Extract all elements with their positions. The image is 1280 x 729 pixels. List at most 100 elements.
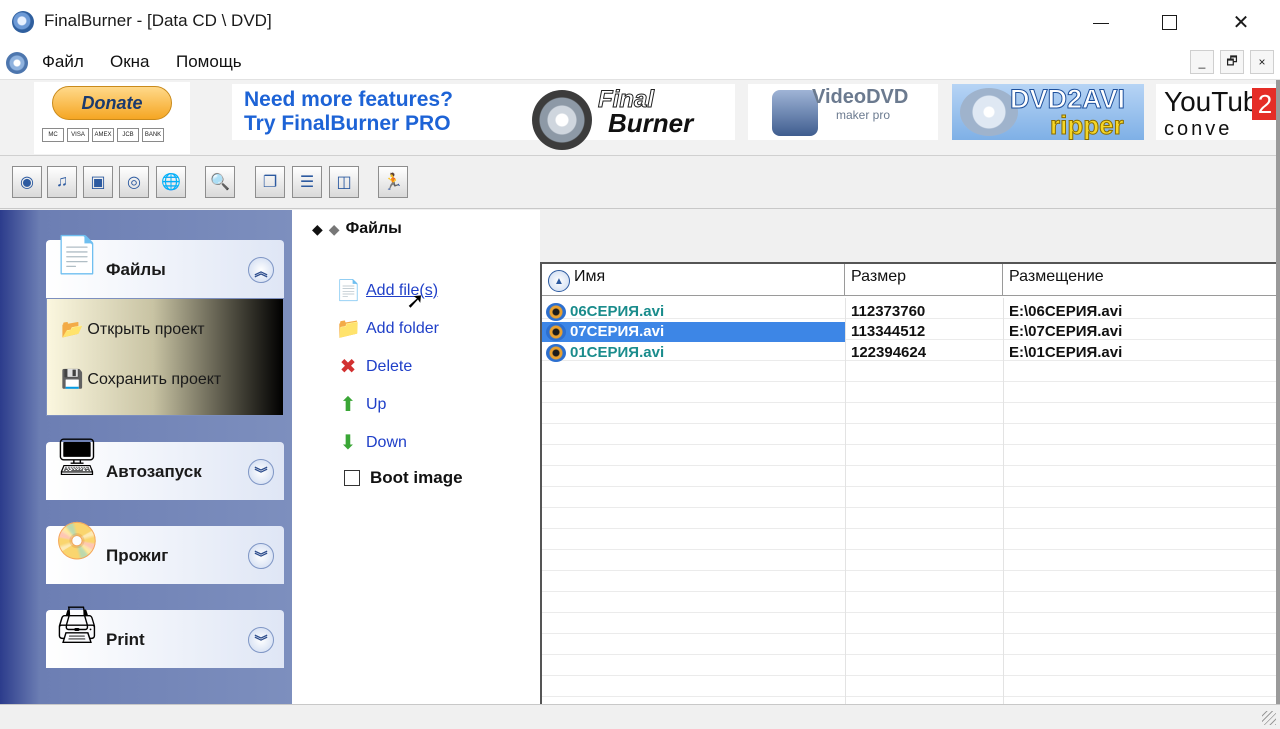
tile-vertical-icon: ◫ — [336, 174, 352, 191]
ad-logo-text: Burner — [608, 108, 694, 138]
finalburner-window: FinalBurner - [Data CD \ DVD] ✕ Файл Окн… — [0, 0, 1280, 729]
ad-badge: 2 — [1252, 88, 1278, 120]
copy-disc-icon: ◎ — [127, 174, 141, 191]
add-folder-link[interactable]: 📁 Add folder — [336, 316, 439, 341]
expand-icon[interactable]: ︾ — [248, 459, 274, 485]
group-burn-header[interactable]: 📀 Прожиг ︾ — [46, 520, 284, 584]
file-location: E:\01СЕРИЯ.avi — [1009, 344, 1123, 361]
maximize-button[interactable] — [1134, 0, 1204, 44]
globe-icon: 🌐 — [161, 174, 181, 191]
menu-windows[interactable]: Окна — [110, 52, 150, 72]
explore-button[interactable]: 🔍 — [205, 166, 235, 198]
group-files-header[interactable]: 📄 Файлы ︽ — [46, 234, 284, 298]
tile-vertical-button[interactable]: ◫ — [329, 166, 359, 198]
card-logo: BANK — [142, 128, 164, 142]
list-header: ▲ Имя Размер Размещение — [542, 264, 1280, 296]
file-name: 01СЕРИЯ.avi — [570, 344, 665, 361]
disc-icon: 📀 — [54, 520, 100, 561]
copy-disc-button[interactable]: ◎ — [119, 166, 149, 198]
breadcrumb-label: Файлы — [345, 220, 402, 237]
new-dvd-video-button[interactable]: ▣ — [83, 166, 113, 198]
list-rows: 06СЕРИЯ.avi 112373760 E:\06СЕРИЯ.avi 07С… — [542, 298, 1280, 706]
toolbar: ◉ ♫ ▣ ◎ 🌐 🔍 ❐ ☰ ◫ 🏃 — [0, 157, 1280, 209]
explore-folder-icon: 🔍 — [210, 174, 230, 191]
arrow-down-icon: ⬇ — [339, 432, 357, 454]
cascade-windows-button[interactable]: ❐ — [255, 166, 285, 198]
menu-bar: Файл Окна Помощь _ 🗗 × — [0, 44, 1280, 80]
close-button[interactable]: ✕ — [1206, 0, 1276, 44]
file-name: 06СЕРИЯ.avi — [570, 303, 665, 320]
video-file-icon — [546, 323, 566, 341]
action-label: Up — [366, 395, 387, 413]
menu-help[interactable]: Помощь — [176, 52, 242, 72]
ad-subline: Try FinalBurner PRO — [244, 112, 451, 135]
boot-image-label: Boot image — [370, 468, 463, 487]
web-button[interactable]: 🌐 — [156, 166, 186, 198]
column-label: Размещение — [1009, 268, 1104, 285]
save-project-link[interactable]: 💾 Сохранить проект — [61, 369, 221, 390]
video-file-icon — [546, 303, 566, 321]
mdi-minimize-button[interactable]: _ — [1190, 50, 1214, 74]
table-row-selected[interactable]: 07СЕРИЯ.avi 113344512 E:\07СЕРИЯ.avi — [542, 322, 1280, 342]
mdi-close-button[interactable]: × — [1250, 50, 1274, 74]
arrow-up-icon: ⬆ — [339, 394, 357, 416]
column-header-size[interactable]: Размер — [845, 264, 1003, 296]
move-down-link[interactable]: ⬇ Down — [336, 430, 407, 455]
move-up-link[interactable]: ⬆ Up — [336, 392, 387, 417]
minimize-button[interactable] — [1066, 0, 1136, 44]
collapse-icon[interactable]: ︽ — [248, 257, 274, 283]
tile-horizontal-button[interactable]: ☰ — [292, 166, 322, 198]
tile-horizontal-icon: ☰ — [299, 174, 315, 191]
window-edge — [1276, 80, 1280, 704]
expand-icon[interactable]: ︾ — [248, 543, 274, 569]
card-logo: JCB — [117, 128, 139, 142]
ad-logo-text: maker pro — [836, 108, 891, 122]
file-name-cell: 01СЕРИЯ.avi — [542, 343, 845, 363]
action-label: Add folder — [366, 319, 439, 337]
pages-icon: 📄 — [54, 234, 100, 275]
dvd2avi-ad[interactable]: DVD2AVI ripper — [952, 84, 1144, 141]
group-print-header[interactable]: 🖨 Print ︾ — [46, 604, 284, 668]
maximize-icon — [1161, 14, 1177, 30]
videodvd-ad[interactable]: VideoDVD maker pro — [748, 84, 938, 140]
new-data-disc-button[interactable]: ◉ — [12, 166, 42, 198]
boot-image-checkbox[interactable] — [344, 470, 360, 486]
group-autorun-header[interactable]: 🖥 Автозапуск ︾ — [46, 436, 284, 500]
file-location: E:\06СЕРИЯ.avi — [1009, 303, 1123, 320]
printer-icon: 🖨 — [54, 604, 100, 645]
youtube-converter-ad[interactable]: YouTube 2 conve — [1156, 84, 1280, 140]
expand-icon[interactable]: ︾ — [248, 627, 274, 653]
task-label: Сохранить проект — [87, 370, 222, 388]
boot-image-option[interactable]: Boot image — [344, 468, 463, 488]
finalburner-pro-ad[interactable]: Need more features? Try FinalBurner PRO … — [232, 84, 735, 150]
column-label: Размер — [851, 268, 906, 285]
cascade-windows-icon: ❐ — [262, 174, 278, 191]
menu-file[interactable]: Файл — [42, 52, 84, 72]
add-folder-icon: 📁 — [336, 318, 361, 340]
back-arrow-icon[interactable]: ◆ — [312, 221, 323, 238]
open-project-link[interactable]: 📂 Открыть проект — [61, 319, 205, 340]
table-row[interactable]: 06СЕРИЯ.avi 112373760 E:\06СЕРИЯ.avi — [542, 302, 1280, 322]
group-files-body: 📂 Открыть проект 💾 Сохранить проект — [46, 298, 284, 416]
status-bar — [0, 704, 1280, 729]
video-file-icon — [546, 344, 566, 362]
resize-grip-icon[interactable] — [1262, 711, 1276, 725]
forward-arrow-icon[interactable]: ◆ — [329, 221, 340, 238]
table-row[interactable]: 01СЕРИЯ.avi 122394624 E:\01СЕРИЯ.avi — [542, 343, 1280, 363]
card-logo: AMEX — [92, 128, 114, 142]
mdi-restore-button[interactable]: 🗗 — [1220, 50, 1244, 74]
new-audio-disc-button[interactable]: ♫ — [47, 166, 77, 198]
file-location: E:\07СЕРИЯ.avi — [1009, 323, 1123, 340]
column-header-name[interactable]: ▲ Имя — [542, 264, 845, 296]
delete-link[interactable]: ✖ Delete — [336, 354, 413, 379]
document-icon[interactable] — [6, 52, 28, 74]
file-list[interactable]: ▲ Имя Размер Размещение 06СЕРИЯ.avi 1123… — [540, 262, 1280, 706]
run-button[interactable]: 🏃 — [378, 166, 408, 198]
save-icon: 💾 — [61, 369, 84, 389]
file-size: 112373760 — [851, 303, 926, 320]
donate-button[interactable]: Donate — [52, 86, 172, 120]
mouse-cursor-icon: ➚ — [406, 288, 425, 313]
group-title: Автозапуск — [106, 462, 202, 481]
column-header-location[interactable]: Размещение — [1003, 264, 1280, 296]
ad-logo-text: ripper — [1050, 110, 1125, 141]
